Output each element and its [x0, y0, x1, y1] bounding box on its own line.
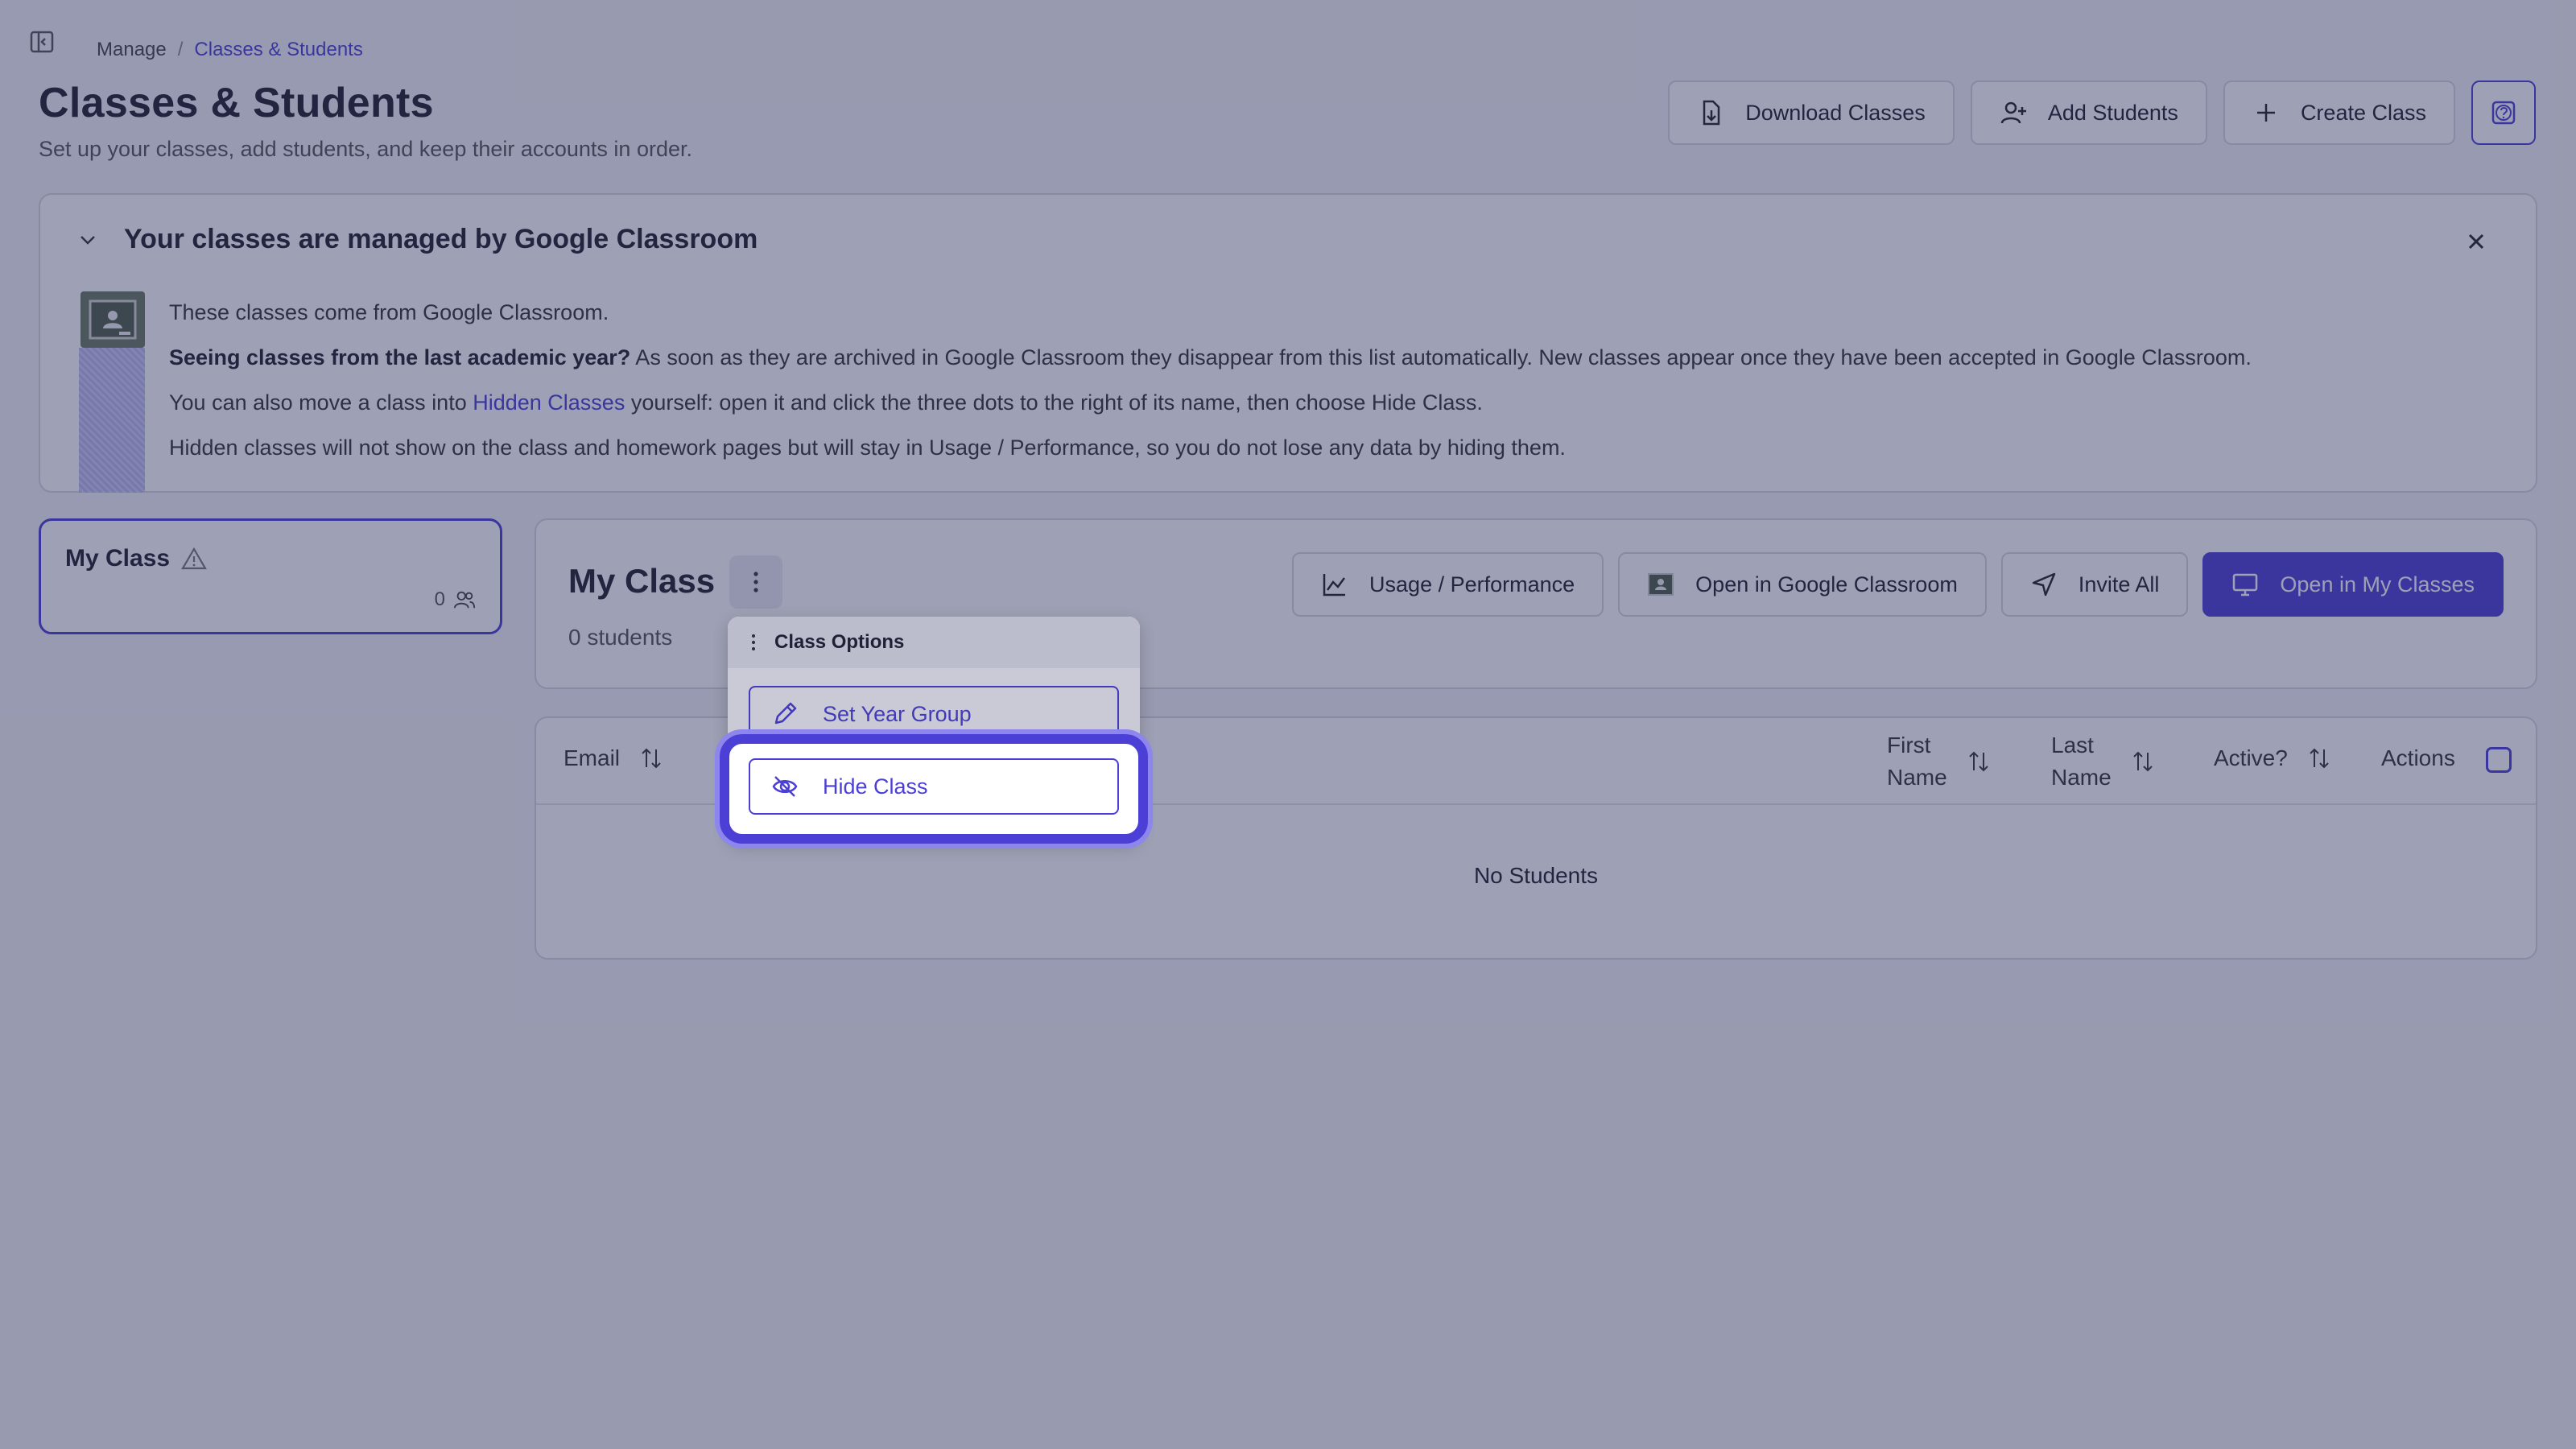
focus-highlight [720, 734, 1148, 844]
page: Manage / Classes & Students Classes & St… [0, 0, 2576, 1449]
menu-dim [728, 617, 1140, 734]
modal-overlay [0, 0, 2576, 1449]
